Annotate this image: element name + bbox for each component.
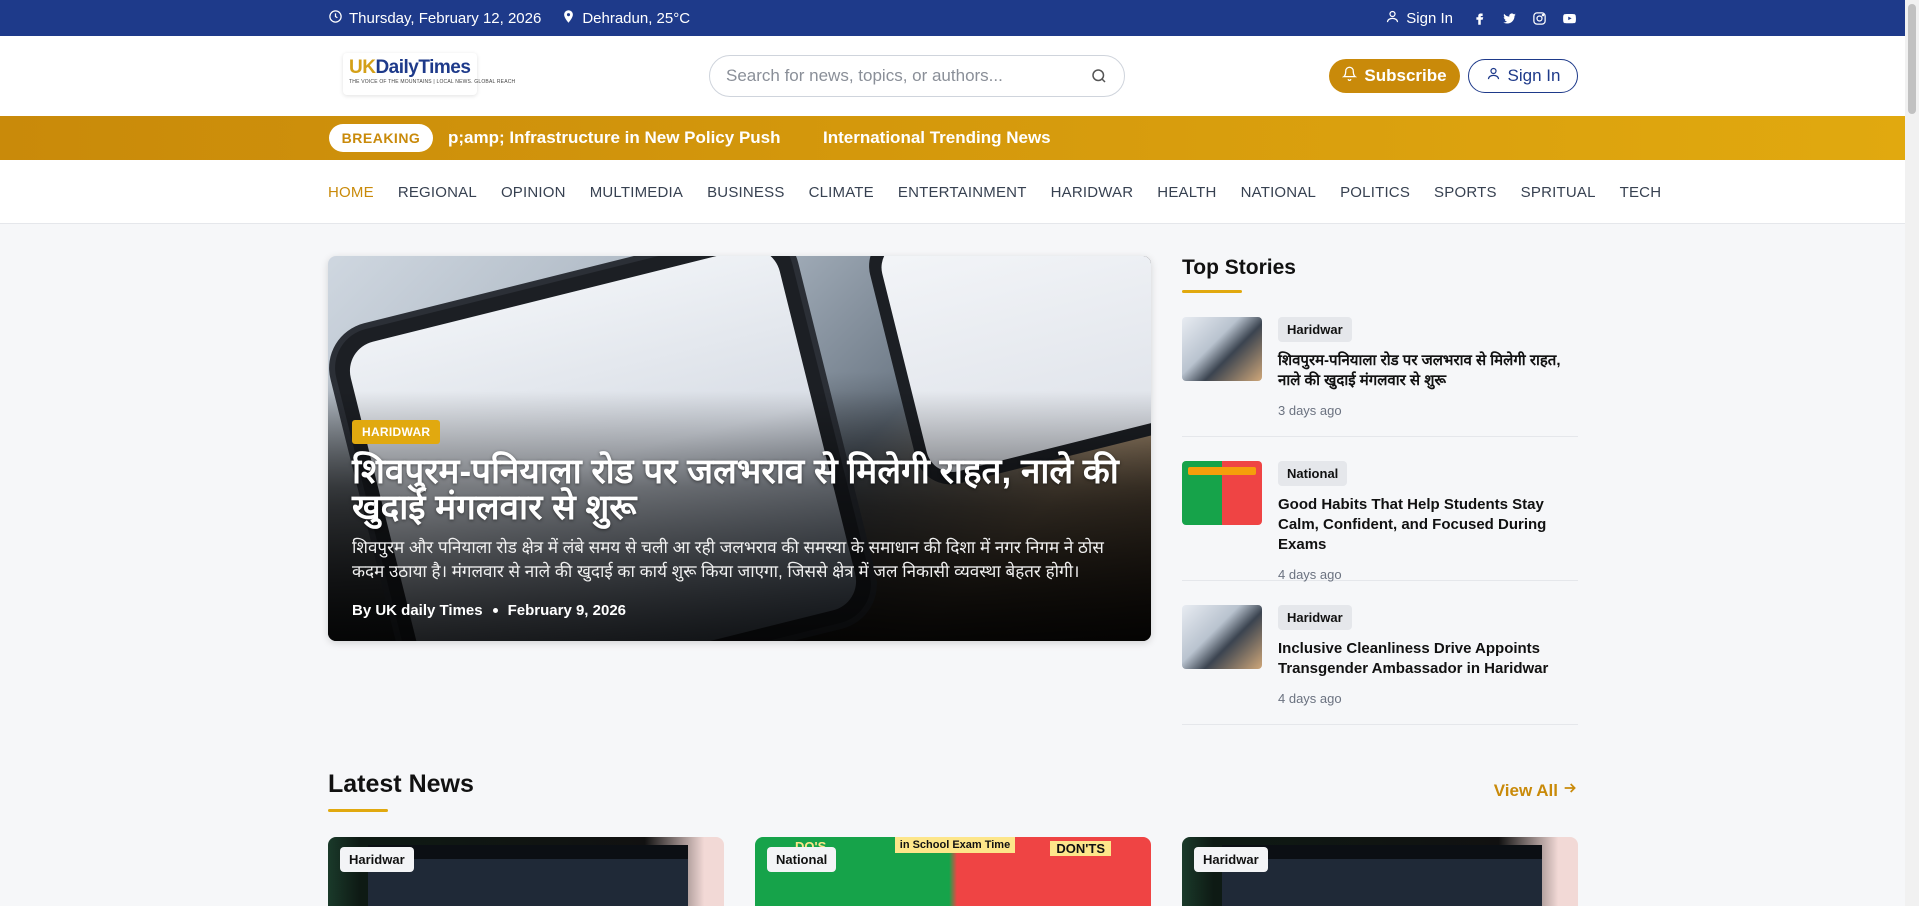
view-all-link[interactable]: View All	[1494, 780, 1578, 801]
hero-title[interactable]: शिवपुरम-पनियाला रोड पर जलभराव से मिलेगी …	[352, 454, 1127, 526]
logo-wordmark: UKDailyTimes	[349, 57, 471, 78]
youtube-icon[interactable]	[1561, 10, 1577, 26]
nav-item-health[interactable]: HEALTH	[1157, 184, 1216, 201]
news-card[interactable]: Haridwar	[1182, 837, 1578, 906]
card-category-tag[interactable]: Haridwar	[1194, 847, 1268, 872]
ticker-item[interactable]: International Trending News	[823, 128, 1051, 148]
top-story-item[interactable]: Haridwar Inclusive Cleanliness Drive App…	[1182, 581, 1578, 725]
facebook-icon[interactable]	[1471, 10, 1487, 26]
nav-item-multimedia[interactable]: MULTIMEDIA	[590, 184, 683, 201]
hero-author: By UK daily Times	[352, 602, 483, 619]
story-time: 4 days ago	[1278, 567, 1342, 582]
date-item: Thursday, February 12, 2026	[328, 9, 541, 28]
hero-meta: By UK daily Times February 9, 2026	[352, 602, 1127, 619]
top-story-item[interactable]: Haridwar शिवपुरम-पनियाला रोड पर जलभराव स…	[1182, 293, 1578, 437]
breaking-ticker: p;amp; Infrastructure in New Policy Push…	[448, 116, 1578, 160]
scrollbar-thumb[interactable]	[1908, 4, 1916, 114]
page-scrollbar[interactable]	[1905, 0, 1919, 906]
topbar-signin-link[interactable]: Sign In	[1385, 9, 1453, 28]
news-card[interactable]: Haridwar	[328, 837, 724, 906]
nav-item-tech[interactable]: TECH	[1620, 184, 1662, 201]
hero-excerpt: शिवपुरम और पनियाला रोड क्षेत्र में लंबे …	[352, 538, 1104, 581]
nav-item-sports[interactable]: SPORTS	[1434, 184, 1497, 201]
main-nav: HOME REGIONAL OPINION MULTIMEDIA BUSINES…	[0, 160, 1905, 224]
breaking-news-bar: BREAKING p;amp; Infrastructure in New Po…	[0, 116, 1905, 160]
top-stories-section: Top Stories Haridwar शिवपुरम-पनियाला रोड…	[1182, 256, 1578, 725]
search-box	[709, 55, 1125, 97]
location-weather: Dehradun, 25°C	[582, 9, 691, 27]
top-story-item[interactable]: National Good Habits That Help Students …	[1182, 437, 1578, 582]
card-image-text: in School Exam Time	[895, 837, 1015, 853]
view-all-label: View All	[1493, 780, 1558, 800]
story-category-tag[interactable]: Haridwar	[1278, 317, 1352, 342]
top-stories-title: Top Stories	[1182, 256, 1296, 279]
nav-item-spritual[interactable]: SPRITUAL	[1521, 184, 1596, 201]
hero-category-badge[interactable]: HARIDWAR	[352, 420, 441, 444]
topbar-signin-label: Sign In	[1406, 9, 1453, 27]
story-category-tag[interactable]: Haridwar	[1278, 605, 1352, 630]
nav-item-politics[interactable]: POLITICS	[1340, 184, 1410, 201]
separator-dot	[492, 608, 498, 613]
user-icon	[1385, 9, 1400, 28]
story-thumbnail[interactable]	[1182, 317, 1262, 381]
location-item: Dehradun, 25°C	[561, 9, 690, 28]
signin-button[interactable]: Sign In	[1468, 59, 1578, 93]
nav-item-national[interactable]: NATIONAL	[1241, 184, 1317, 201]
instagram-icon[interactable]	[1531, 10, 1547, 26]
nav-item-home[interactable]: HOME	[328, 184, 374, 201]
bell-icon	[1342, 66, 1358, 86]
user-icon	[1486, 66, 1501, 86]
story-headline[interactable]: शिवपुरम-पनियाला रोड पर जलभराव से मिलेगी …	[1278, 351, 1578, 391]
story-category-tag[interactable]: National	[1278, 461, 1348, 486]
card-category-tag[interactable]: Haridwar	[340, 847, 414, 872]
subscribe-button[interactable]: Subscribe	[1329, 59, 1460, 93]
story-time: 3 days ago	[1278, 403, 1342, 418]
site-logo[interactable]: UKDailyTimes THE VOICE OF THE MOUNTAINS …	[343, 53, 516, 95]
title-underline	[328, 809, 388, 812]
search-icon[interactable]	[1090, 67, 1108, 85]
breaking-badge: BREAKING	[329, 124, 433, 152]
nav-item-entertainment[interactable]: ENTERTAINMENT	[898, 184, 1027, 201]
nav-item-business[interactable]: BUSINESS	[707, 184, 784, 201]
search-input[interactable]	[726, 66, 1090, 86]
story-thumbnail[interactable]	[1182, 461, 1262, 525]
nav-item-climate[interactable]: CLIMATE	[809, 184, 874, 201]
subscribe-label: Subscribe	[1364, 66, 1447, 85]
logo-tagline: THE VOICE OF THE MOUNTAINS | LOCAL NEWS.…	[349, 79, 516, 85]
nav-item-haridwar[interactable]: HARIDWAR	[1051, 184, 1134, 201]
story-time: 4 days ago	[1278, 691, 1342, 706]
news-card[interactable]: DO'S in School Exam Time DON'TS National	[755, 837, 1151, 906]
latest-news-header: Latest News View All	[328, 770, 1578, 812]
latest-news-title: Latest News	[328, 770, 474, 798]
current-date: Thursday, February 12, 2026	[349, 9, 542, 27]
latest-news-cards: Haridwar DO'S in School Exam Time DON'TS…	[328, 837, 1578, 906]
nav-item-opinion[interactable]: OPINION	[501, 184, 566, 201]
story-headline[interactable]: Good Habits That Help Students Stay Calm…	[1278, 495, 1578, 555]
story-headline[interactable]: Inclusive Cleanliness Drive Appoints Tra…	[1278, 639, 1578, 679]
site-header: UKDailyTimes THE VOICE OF THE MOUNTAINS …	[0, 36, 1905, 116]
nav-item-regional[interactable]: REGIONAL	[398, 184, 477, 201]
card-category-tag[interactable]: National	[767, 847, 837, 872]
arrow-right-icon	[1562, 780, 1578, 801]
twitter-icon[interactable]	[1501, 10, 1517, 26]
clock-icon	[328, 9, 343, 28]
hero-article[interactable]: HARIDWAR शिवपुरम-पनियाला रोड पर जलभराव स…	[328, 256, 1151, 641]
map-pin-icon	[561, 9, 576, 28]
story-thumbnail[interactable]	[1182, 605, 1262, 669]
hero-date: February 9, 2026	[507, 602, 627, 619]
card-image-text: DON'TS	[1050, 841, 1111, 856]
signin-label: Sign In	[1507, 66, 1561, 85]
ticker-item[interactable]: p;amp; Infrastructure in New Policy Push	[448, 128, 781, 148]
top-bar: Thursday, February 12, 2026 Dehradun, 25…	[0, 0, 1905, 36]
